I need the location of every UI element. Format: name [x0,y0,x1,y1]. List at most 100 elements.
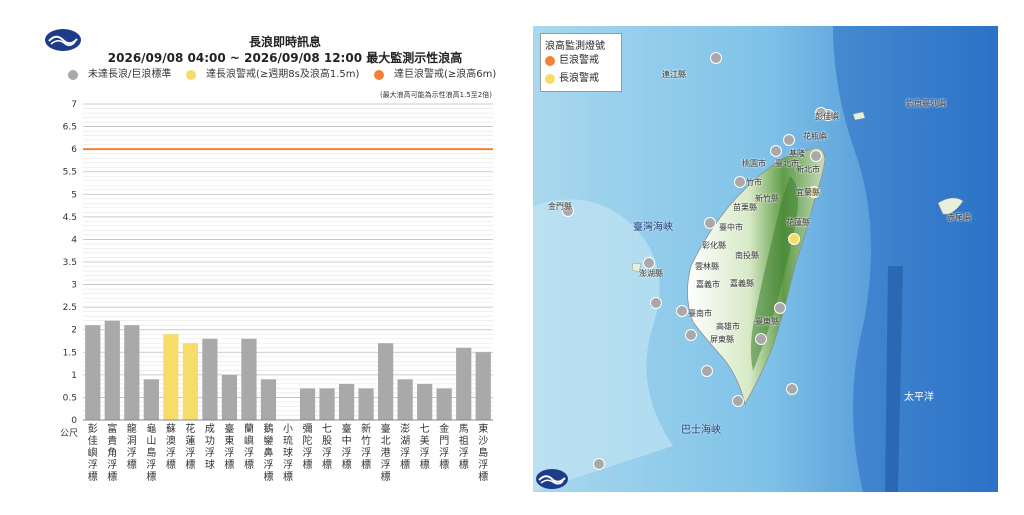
buoy-lanyu[interactable] [786,383,798,395]
y-tick-label: 5.5 [63,168,77,178]
x-tick-label: 島 [478,446,488,459]
map-label: 屏東縣 [710,335,734,344]
bar [358,388,374,420]
y-tick-label: 2.5 [63,303,77,313]
buoy-qimei[interactable] [650,297,662,309]
x-tick-label: 球 [283,446,293,459]
x-tick-label: 陀 [303,434,313,447]
x-tick-label: 小 [283,423,293,435]
x-tick-label: 功 [205,435,215,447]
bar [456,347,472,420]
bar [163,334,179,420]
x-tick-label: 嶼 [244,434,254,447]
x-tick-label: 臺 [224,422,234,435]
bar [143,379,159,420]
x-tick-label: 浮 [263,459,273,471]
x-tick-label: 浮 [185,447,195,459]
x-tick-label: 山 [146,435,156,447]
x-tick-label: 標 [127,458,137,471]
x-tick-label: 標 [146,470,156,483]
x-tick-label: 彌 [303,423,313,435]
map-label: 嘉義市 [696,280,720,289]
map-background [533,26,998,492]
bar [221,374,238,420]
map-label: 宜蘭縣 [796,188,820,197]
x-tick-label: 浮 [146,459,156,471]
x-tick-label: 蘇 [166,422,176,435]
x-tick-label: 浮 [459,447,469,459]
x-tick-label: 門 [439,435,449,447]
x-tick-label: 北 [381,435,391,447]
x-tick-label: 標 [88,470,98,483]
buoy-taitung[interactable] [755,333,767,345]
x-tick-label: 港 [381,447,391,459]
wave-chart-panel: 長浪即時訊息 2026/09/08 04:00 ~ 2026/09/08 12:… [0,0,510,515]
x-tick-label: 標 [283,470,293,483]
x-tick-label: 標 [342,458,352,471]
x-tick-label: 佳 [88,434,98,447]
x-tick-label: 洞 [127,435,137,447]
map-label: 連江縣 [662,70,686,79]
x-tick-label: 龜 [146,422,156,435]
bar [202,338,218,420]
x-tick-label: 臺 [381,422,391,435]
bar [241,338,257,420]
map-label: 新竹縣 [755,194,779,203]
sea-label: 巴士海峽 [681,425,721,436]
x-tick-label: 貴 [107,434,117,447]
x-tick-label: 浮 [381,459,391,471]
x-tick-label: 浮 [400,447,410,459]
buoy-taichung[interactable] [704,217,716,229]
x-tick-label: 浮 [342,447,352,459]
map-label: 臺南市 [688,309,712,318]
bar [397,379,413,420]
map-label: 金門縣 [548,202,572,211]
buoy-taipei-port[interactable] [770,145,782,157]
buoy-matsu[interactable] [710,52,722,64]
x-tick-label: 美 [420,434,430,447]
x-tick-label: 標 [478,470,488,483]
y-tick-label: 0.5 [63,393,77,403]
x-tick-label: 浮 [478,459,488,471]
buoy-fugui[interactable] [783,134,795,146]
map-legend: 浪高監測燈號 巨浪警戒 長浪警戒 [540,33,622,92]
x-tick-label: 標 [107,470,117,483]
y-tick-label: 4.5 [63,213,77,223]
buoy-chenggong[interactable] [774,302,786,314]
x-tick-label: 標 [459,458,469,471]
map-label: 彭佳嶼 [815,112,839,121]
buoy-hualien[interactable] [788,233,800,245]
map-label: 嘉義縣 [730,279,754,288]
x-tick-label: 七 [322,423,332,435]
x-tick-label: 馬 [459,423,469,435]
cwa-logo-icon [536,469,568,489]
x-tick-label: 中 [342,434,352,447]
y-tick-label: 0 [71,416,77,426]
legend-dot-icon [545,74,555,84]
y-tick-label: 3 [71,281,77,291]
buoy-longdong[interactable] [810,150,822,162]
map-label: 花瓶嶼 [803,132,827,141]
x-tick-label: 球 [205,458,215,471]
bar [182,343,198,420]
map-label: 高雄市 [716,322,740,331]
bar [299,388,316,420]
x-tick-label: 標 [322,458,332,471]
bar [104,320,120,420]
bar [338,383,355,420]
x-tick-label: 浮 [166,447,176,459]
y-tick-label: 1 [71,371,77,381]
buoy-dongsha[interactable] [593,458,605,470]
x-tick-label: 標 [400,458,410,471]
map-label: 竹市 [746,178,762,187]
x-tick-label: 花 [185,422,195,435]
buoy-mituo[interactable] [685,329,697,341]
sea-label: 太平洋 [904,392,934,403]
x-tick-label: 浮 [224,447,234,459]
buoy-qigu[interactable] [676,305,688,317]
buoy-xiaoliuqiu[interactable] [701,365,713,377]
buoy-hsinchu[interactable] [734,176,746,188]
x-tick-label: 浮 [205,447,215,459]
x-tick-label: 角 [107,447,117,459]
buoy-eluanbi[interactable] [732,395,744,407]
